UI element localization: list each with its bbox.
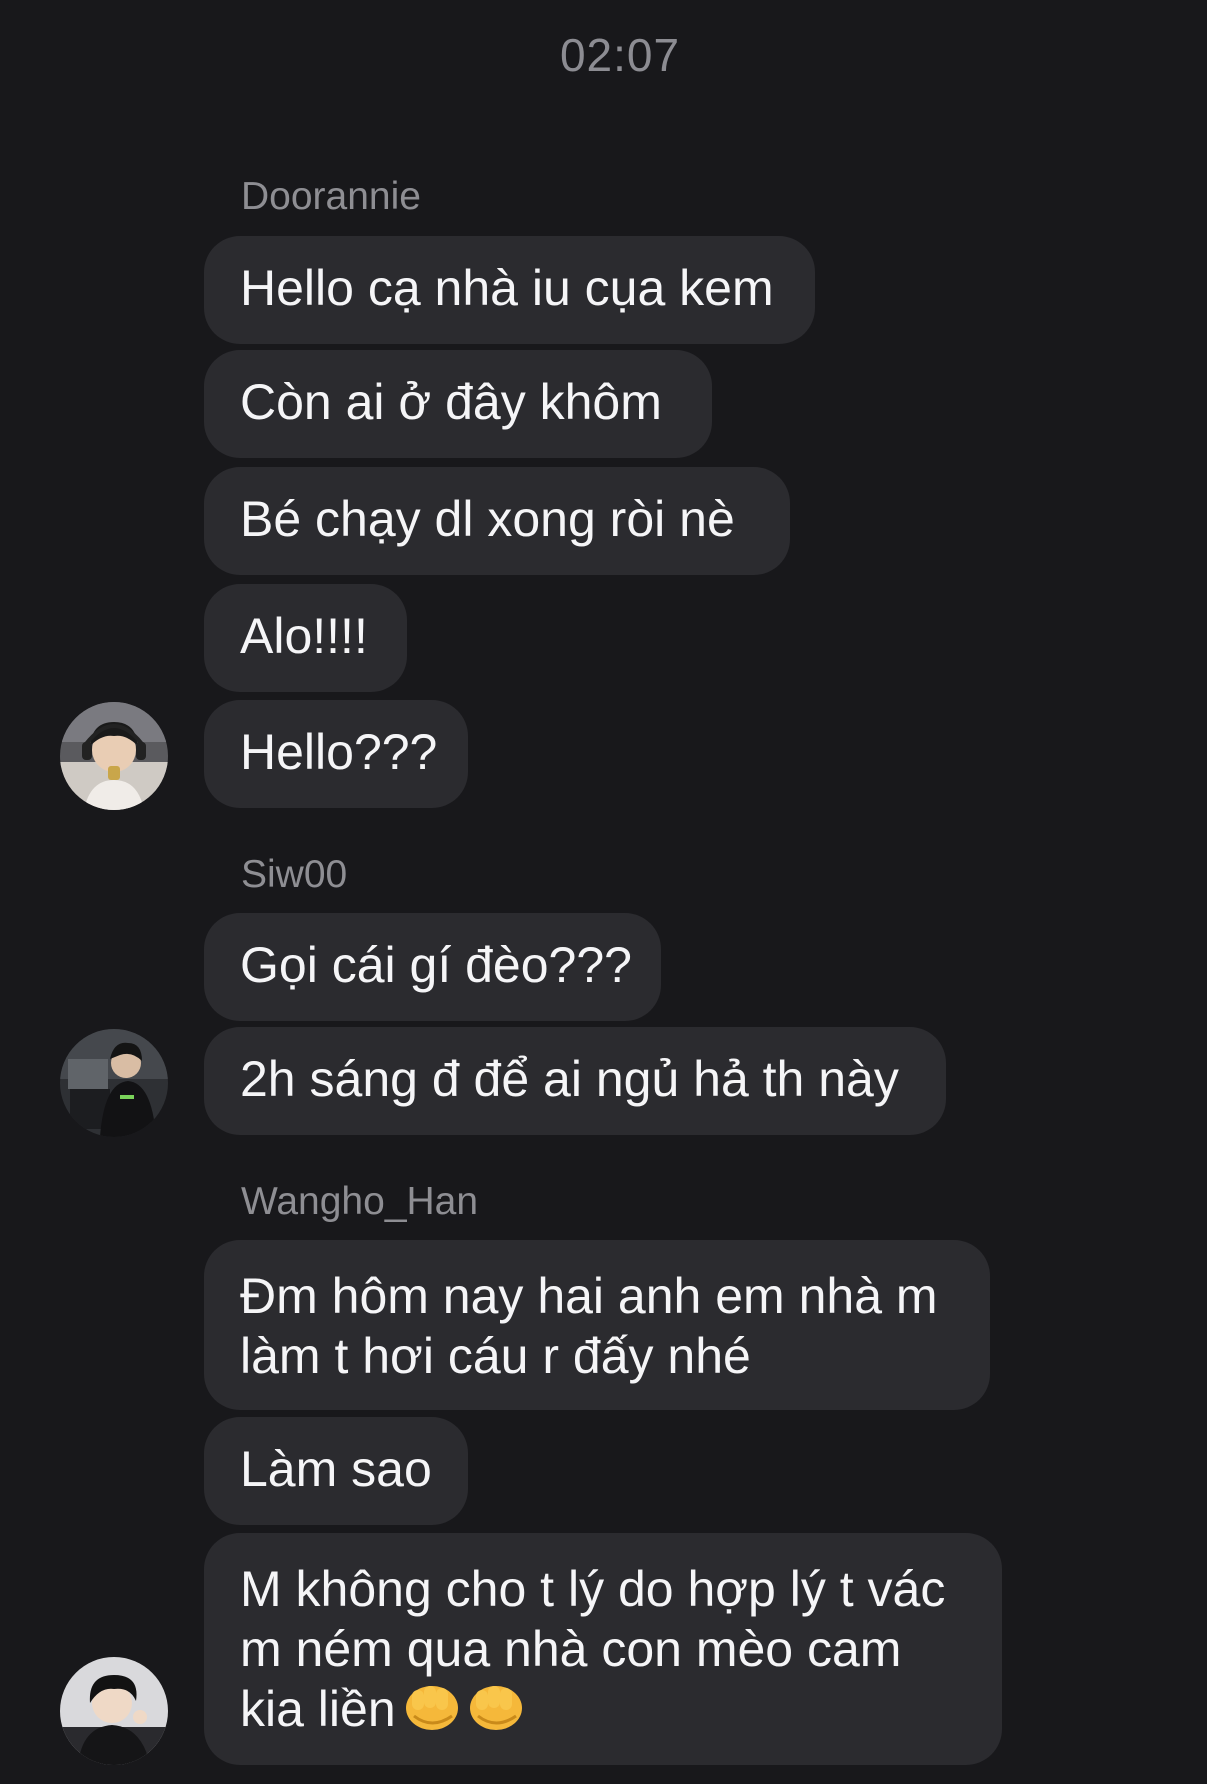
user-avatar-icon[interactable] — [60, 702, 168, 810]
sender-name: Siw00 — [241, 853, 348, 896]
message-bubble[interactable]: Alo!!!! — [204, 584, 407, 692]
message-bubble[interactable]: 2h sáng đ để ai ngủ hả th này — [204, 1027, 946, 1135]
message-bubble[interactable]: Hello??? — [204, 700, 468, 808]
message-bubble[interactable]: Hello cạ nhà iu cụa kem — [204, 236, 815, 344]
message-bubble[interactable]: Bé chạy dl xong ròi nè — [204, 467, 790, 575]
message-bubble[interactable]: Gọi cái gí đèo??? — [204, 913, 661, 1021]
punch-emoji-icon — [402, 1680, 528, 1747]
user-avatar-icon[interactable] — [60, 1657, 168, 1765]
message-bubble[interactable]: Đm hôm nay hai anh em nhà m làm t hơi cá… — [204, 1240, 990, 1410]
timestamp: 02:07 — [559, 29, 681, 81]
user-avatar-icon[interactable] — [60, 1029, 168, 1137]
message-bubble[interactable]: M không cho t lý do hợp lý t vác m ném q… — [204, 1533, 1002, 1765]
sender-name: Doorannie — [241, 175, 421, 218]
sender-name: Wangho_Han — [241, 1180, 479, 1223]
message-bubble[interactable]: Còn ai ở đây khôm — [204, 350, 712, 458]
message-text: M không cho t lý do hợp lý t vác m ném q… — [240, 1561, 946, 1737]
message-bubble[interactable]: Làm sao — [204, 1417, 468, 1525]
